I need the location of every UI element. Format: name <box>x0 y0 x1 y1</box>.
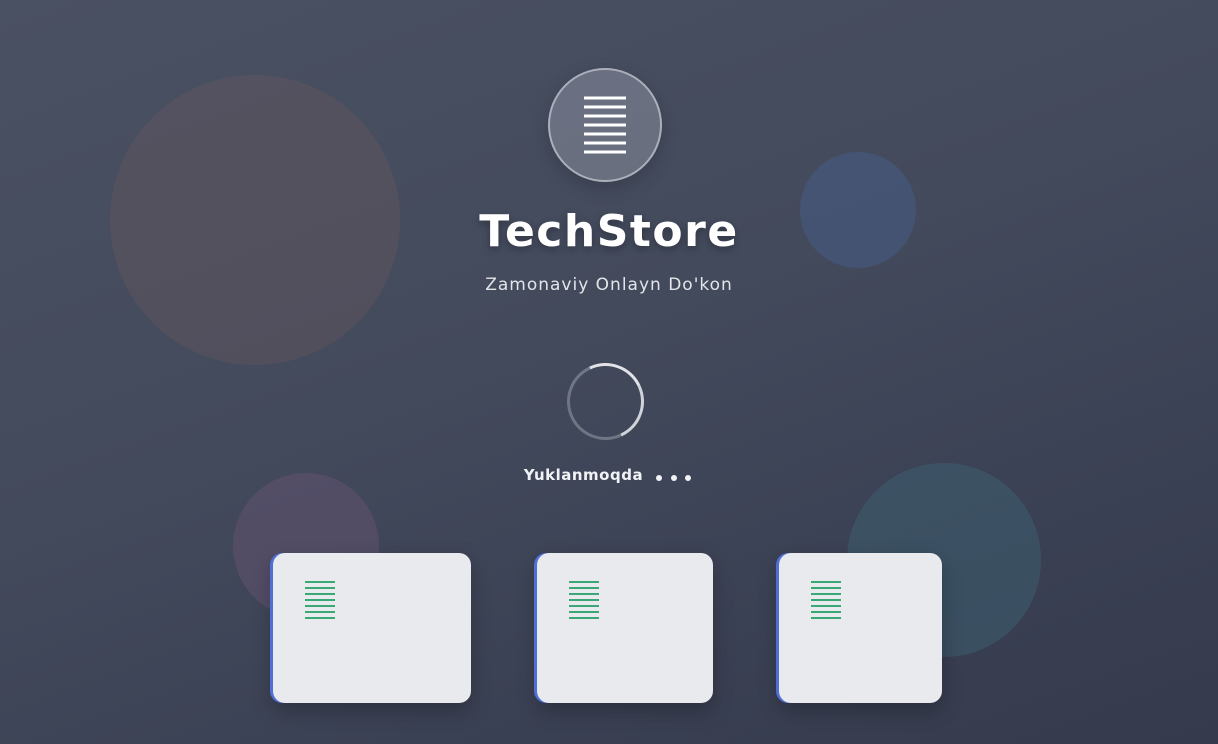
product-card-placeholder <box>537 553 713 703</box>
brand-logo <box>548 68 662 182</box>
menu-lines-icon <box>584 96 626 154</box>
loading-spinner <box>556 352 655 451</box>
product-card-placeholder <box>273 553 471 703</box>
brand-title: TechStore <box>479 206 739 257</box>
brand-subtitle: Zamonaviy Onlayn Do'kon <box>485 275 733 295</box>
loading-dot <box>670 474 677 481</box>
menu-lines-icon <box>305 581 335 619</box>
loading-status: Yuklanmoqda <box>0 466 1218 485</box>
menu-lines-icon <box>811 581 841 619</box>
loading-text: Yuklanmoqda <box>523 466 644 484</box>
loading-dot <box>685 474 692 481</box>
loading-dots <box>655 467 694 485</box>
menu-lines-icon <box>569 581 599 619</box>
product-card-placeholder <box>779 553 942 703</box>
loading-dot <box>655 474 662 481</box>
